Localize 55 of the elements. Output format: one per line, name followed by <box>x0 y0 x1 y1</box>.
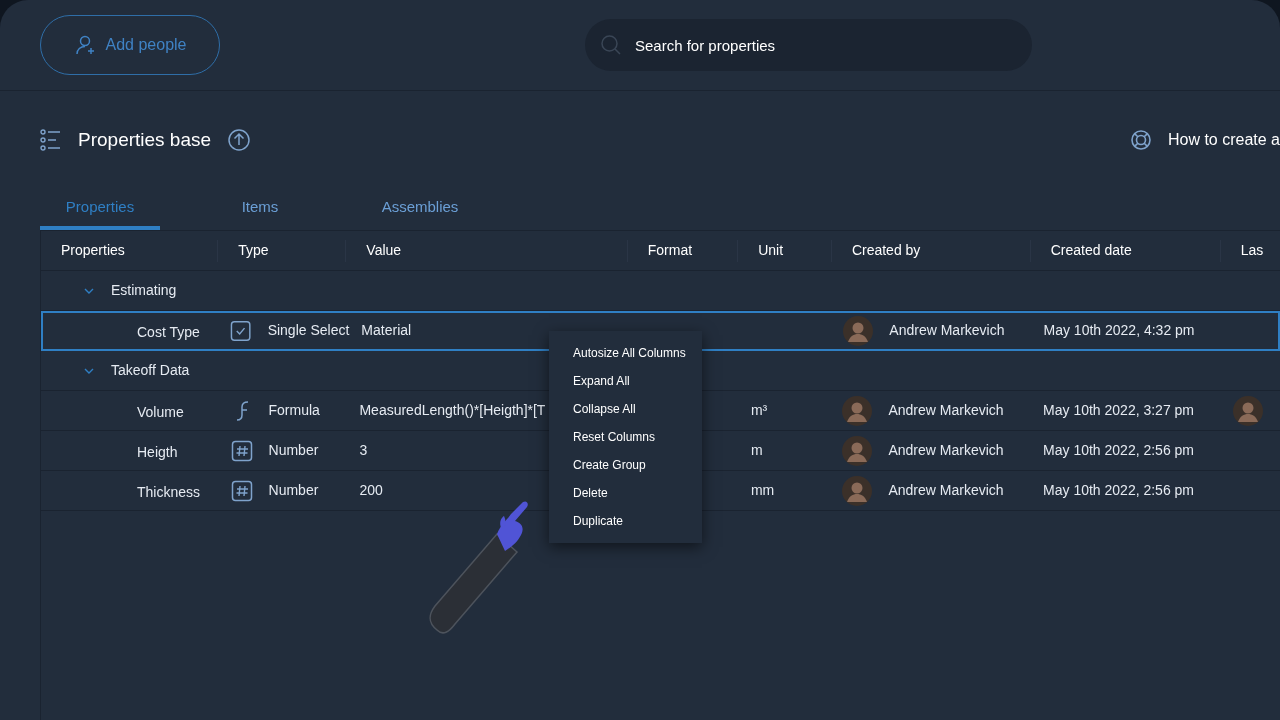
unit-cell-text: mm <box>750 481 775 500</box>
created-date: May 10th 2022, 3:27 pm <box>1043 401 1195 420</box>
created-date: May 10th 2022, 2:56 pm <box>1043 481 1195 500</box>
menu-item[interactable]: Delete <box>549 479 702 507</box>
type-label: Single Select <box>267 321 350 340</box>
creator-name: Andrew Markevich <box>888 441 1004 460</box>
checkbox-icon <box>230 319 252 342</box>
avatar <box>843 315 874 346</box>
hash-icon <box>230 479 253 502</box>
column-header[interactable]: Value <box>346 239 628 262</box>
menu-item[interactable]: Collapse All <box>549 395 702 423</box>
avatar <box>842 395 873 426</box>
column-header[interactable]: Format <box>627 239 739 262</box>
unit-cell-text: m³ <box>750 401 768 420</box>
list-icon <box>40 129 62 151</box>
upload-icon <box>227 128 252 152</box>
column-header[interactable]: Created by <box>831 239 1031 262</box>
unit-cell-text: m <box>750 441 763 460</box>
creator-name: Andrew Markevich <box>888 401 1004 420</box>
menu-item[interactable]: Reset Columns <box>549 423 702 451</box>
column-header[interactable]: Las <box>1220 239 1280 262</box>
avatar <box>842 435 873 466</box>
lifebuoy-icon <box>1129 129 1152 151</box>
column-header[interactable]: Type <box>218 239 347 262</box>
value-cell-text: MeasuredLength()*[Heigth]*[T <box>359 401 546 420</box>
tab[interactable]: Items <box>200 189 320 230</box>
help-link[interactable]: How to create a <box>1167 128 1280 152</box>
property-name: Cost Type <box>137 323 200 342</box>
menu-item[interactable]: Expand All <box>549 367 702 395</box>
column-header[interactable]: Created date <box>1030 239 1221 262</box>
tab[interactable]: Assemblies <box>360 189 480 230</box>
value-cell-text: 200 <box>359 481 383 500</box>
value-cell-text: Material <box>361 321 412 340</box>
search-field[interactable]: Search for properties <box>585 19 1032 71</box>
column-header[interactable]: Unit <box>738 239 832 262</box>
menu-item[interactable]: Autosize All Columns <box>549 339 702 367</box>
property-name: Volume <box>137 403 184 422</box>
type-label: Number <box>268 441 319 460</box>
created-date: May 10th 2022, 4:32 pm <box>1043 321 1195 340</box>
menu-item[interactable]: Duplicate <box>549 507 702 535</box>
hash-icon <box>230 439 253 462</box>
property-name: Thickness <box>137 483 201 502</box>
group-name: Estimating <box>111 281 177 300</box>
avatar <box>842 475 873 506</box>
creator-name: Andrew Markevich <box>888 481 1004 500</box>
property-name: Heigth <box>137 443 178 462</box>
column-header[interactable]: Properties <box>41 239 219 262</box>
type-label: Formula <box>268 401 320 420</box>
value-cell-text: 3 <box>359 441 368 460</box>
group-name: Takeoff Data <box>111 361 190 380</box>
creator-name: Andrew Markevich <box>889 321 1005 340</box>
type-label: Number <box>268 481 319 500</box>
menu-item[interactable]: Create Group <box>549 451 702 479</box>
created-date: May 10th 2022, 2:56 pm <box>1043 441 1195 460</box>
page-title: Properties base <box>78 127 212 152</box>
